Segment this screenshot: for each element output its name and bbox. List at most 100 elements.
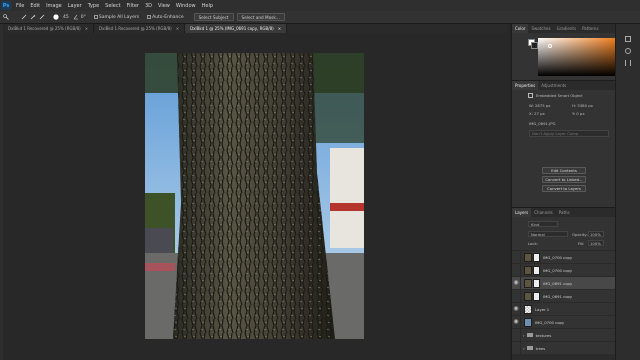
sample-all-layers-checkbox[interactable] (93, 15, 98, 19)
close-icon[interactable]: × (176, 26, 179, 31)
convert-to-layers-button[interactable]: Convert to Layers (542, 185, 586, 192)
layer-row-selected[interactable]: ◉ IMG_0691 copy (512, 276, 616, 290)
brush-size-value[interactable]: 45 (63, 15, 69, 20)
color-panel: Color Swatches Gradients Patterns (512, 24, 625, 80)
visibility-toggle[interactable] (512, 289, 521, 303)
menu-bar: Ps File Edit Image Layer Type Select Fil… (0, 0, 640, 11)
edit-contents-button[interactable]: Edit Contents (542, 167, 586, 174)
layers-footer (512, 354, 616, 360)
menu-type[interactable]: Type (85, 3, 102, 9)
tab-patterns[interactable]: Patterns (579, 24, 601, 33)
layer-row[interactable]: IMG_0700 copy (512, 263, 616, 277)
opacity-label: Opacity: (572, 232, 588, 237)
layer-row[interactable]: ◉ IMG_0700 copy (512, 315, 616, 329)
convert-to-linked-button[interactable]: Convert to Linked... (542, 176, 586, 183)
select-and-mask-button[interactable]: Select and Mask... (236, 13, 285, 21)
visibility-toggle[interactable]: ◉ (512, 315, 521, 329)
visibility-toggle[interactable]: ◉ (512, 276, 521, 290)
layer-name: Layer 1 (535, 306, 550, 312)
document-canvas[interactable] (145, 53, 364, 339)
panel-icon-bar (615, 24, 640, 360)
menu-layer[interactable]: Layer (65, 3, 85, 9)
menu-view[interactable]: View (155, 3, 173, 9)
tab-swatches[interactable]: Swatches (528, 24, 553, 33)
adjustments-icon[interactable] (625, 48, 631, 54)
layer-row[interactable]: IMG_0691 copy (512, 289, 616, 303)
width-field[interactable]: W: 2875 px (529, 103, 551, 108)
layer-row[interactable]: IMG_0700 copy (512, 250, 616, 264)
document-tab[interactable]: DxlBkd 1 Recovered @ 25% (RGB/8) × (3, 24, 95, 33)
tab-properties[interactable]: Properties (512, 81, 539, 90)
brush-preset-icon[interactable] (53, 14, 59, 20)
svg-text:+: + (33, 14, 36, 18)
tree-bark-photo (145, 53, 364, 339)
auto-enhance-checkbox[interactable] (147, 15, 152, 19)
sample-all-layers-label: Sample All Layers (98, 14, 140, 20)
document-tab[interactable]: DxlBkd 1 Recovered @ 25% (RGB/8) × (94, 24, 186, 33)
menu-image[interactable]: Image (43, 3, 65, 9)
layer-row[interactable]: ◉ Layer 1 (512, 302, 616, 316)
menu-window[interactable]: Window (173, 3, 199, 9)
y-field[interactable]: Y: 0 px (572, 111, 585, 116)
layer-name: textures (535, 332, 552, 338)
layer-group-row[interactable]: › trees (512, 341, 616, 355)
x-field[interactable]: X: 27 px (529, 111, 545, 116)
fill-field[interactable]: 100% (588, 240, 604, 246)
height-field[interactable]: H: 5380 px (572, 103, 593, 108)
subtract-from-selection-icon[interactable]: - (39, 14, 45, 20)
visibility-toggle[interactable] (512, 250, 521, 264)
tab-channels[interactable]: Channels (531, 208, 556, 217)
chevron-right-icon[interactable]: › (523, 333, 525, 338)
layer-filter-select[interactable]: Kind (528, 221, 558, 227)
menu-3d[interactable]: 3D (142, 3, 155, 9)
layer-mask-thumbnail (533, 252, 540, 262)
visibility-toggle[interactable]: ◉ (512, 302, 521, 316)
eye-icon: ◉ (513, 318, 519, 325)
background-color-swatch[interactable] (531, 42, 538, 49)
tab-color[interactable]: Color (512, 24, 529, 33)
properties-panel-tabs: Properties Adjustments (512, 81, 616, 90)
menu-filter[interactable]: Filter (124, 3, 142, 9)
blend-mode-select[interactable]: Normal (528, 231, 568, 237)
tab-adjustments[interactable]: Adjustments (538, 81, 569, 90)
quick-selection-tool-icon[interactable] (3, 14, 9, 20)
visibility-toggle[interactable] (512, 341, 521, 355)
document-tab-active[interactable]: DxlBkd 1 @ 25% (IMG_0691 copy, RGB/8) × (185, 24, 288, 33)
layer-comp-select[interactable]: Don't Apply Layer Comp (529, 130, 609, 137)
close-icon[interactable]: × (85, 26, 88, 31)
add-to-selection-icon[interactable]: + (30, 14, 36, 20)
tab-gradients[interactable]: Gradients (554, 24, 580, 33)
history-icon[interactable] (625, 36, 631, 42)
layer-thumbnail (524, 278, 532, 288)
layer-mask-thumbnail (533, 278, 540, 288)
menu-file[interactable]: File (13, 3, 27, 9)
layer-type-label: Embedded Smart Object (536, 93, 583, 98)
tab-paths[interactable]: Paths (556, 208, 573, 217)
menu-edit[interactable]: Edit (27, 3, 43, 9)
menu-help[interactable]: Help (199, 3, 216, 9)
select-subject-button[interactable]: Select Subject (193, 13, 234, 21)
layer-name: IMG_0700 copy (543, 254, 573, 260)
layer-thumbnail (524, 304, 532, 314)
layer-name: IMG_0700 copy (543, 267, 573, 273)
layer-group-row[interactable]: › textures (512, 328, 616, 342)
layer-name: IMG_0700 copy (535, 319, 565, 325)
paragraph-icon[interactable] (625, 60, 631, 66)
opacity-field[interactable]: 100% (588, 231, 604, 237)
layer-thumbnail (524, 317, 532, 327)
chevron-right-icon[interactable]: › (523, 346, 525, 351)
folder-icon (526, 333, 533, 337)
color-picker-cursor (548, 44, 552, 48)
layer-name: trees (535, 345, 546, 351)
visibility-toggle[interactable] (512, 263, 521, 277)
tab-layers[interactable]: Layers (512, 208, 532, 217)
new-selection-icon[interactable] (21, 14, 27, 20)
close-icon[interactable]: × (278, 26, 281, 31)
right-panels: Color Swatches Gradients Patterns Proper… (511, 24, 625, 360)
angle-value[interactable]: 0° (81, 15, 86, 20)
layers-panel: Layers Channels Paths Kind Normal Opacit… (512, 207, 616, 360)
visibility-toggle[interactable] (512, 328, 521, 342)
layer-thumbnail (524, 265, 532, 275)
menu-select[interactable]: Select (102, 3, 123, 9)
photoshop-window: Ps File Edit Image Layer Type Select Fil… (0, 0, 640, 360)
